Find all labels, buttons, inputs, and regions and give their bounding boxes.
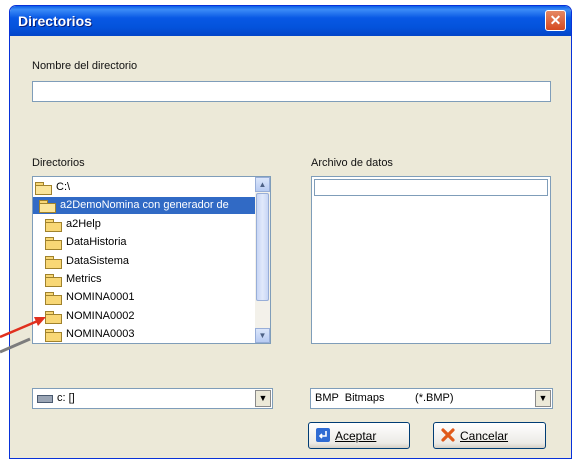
directory-item[interactable]: DataSistema bbox=[33, 253, 255, 270]
folder-icon bbox=[45, 218, 62, 232]
scroll-down-button[interactable]: ▼ bbox=[255, 328, 270, 343]
directory-item[interactable]: NOMINA0001 bbox=[33, 289, 255, 306]
folder-icon bbox=[45, 329, 62, 343]
directory-item-label: C:\ bbox=[56, 181, 71, 193]
aceptar-label: Aceptar bbox=[335, 429, 377, 443]
vertical-scrollbar[interactable]: ▲ ▼ bbox=[255, 177, 270, 343]
directorios-dialog: Directorios ✕ Nombre del directorio Dire… bbox=[9, 5, 572, 459]
drive-select[interactable]: c: [] ▼ bbox=[32, 388, 273, 409]
directory-item[interactable]: a2Help bbox=[33, 216, 255, 233]
scroll-up-button[interactable]: ▲ bbox=[255, 177, 270, 192]
directory-item-label: NOMINA0003 bbox=[66, 328, 135, 341]
open-folder-icon bbox=[35, 182, 52, 195]
nombre-input[interactable] bbox=[32, 81, 551, 102]
directory-item[interactable]: NOMINA0002 bbox=[33, 308, 255, 325]
folder-icon bbox=[45, 292, 62, 306]
folder-icon bbox=[45, 274, 62, 287]
chevron-down-icon[interactable]: ▼ bbox=[535, 390, 551, 407]
folder-icon bbox=[45, 237, 62, 251]
directorios-listbox[interactable]: C:\ a2DemoNomina con generador de a2Help Da… bbox=[32, 176, 271, 344]
directory-item-label: DataHistoria bbox=[66, 236, 127, 249]
directory-item-label: a2DemoNomina con generador de bbox=[60, 199, 229, 212]
directory-item-label: NOMINA0002 bbox=[66, 309, 135, 322]
directory-item[interactable]: DataHistoria bbox=[33, 234, 255, 251]
directorios-label: Directorios bbox=[32, 157, 85, 169]
scroll-thumb[interactable] bbox=[256, 193, 269, 301]
directory-item-label: DataSistema bbox=[66, 254, 129, 267]
title-bar[interactable]: Directorios ✕ bbox=[10, 6, 571, 36]
folder-icon bbox=[45, 310, 62, 324]
directory-item-label: Metrics bbox=[66, 273, 102, 285]
aceptar-button[interactable]: Aceptar bbox=[308, 422, 410, 449]
nombre-label: Nombre del directorio bbox=[32, 60, 138, 72]
folder-icon bbox=[45, 255, 62, 269]
enter-icon bbox=[316, 428, 330, 442]
open-folder-icon bbox=[39, 200, 56, 214]
chevron-down-icon[interactable]: ▼ bbox=[255, 390, 271, 407]
close-button[interactable]: ✕ bbox=[545, 10, 566, 31]
filetype-select-value: BMP Bitmaps (*.BMP) bbox=[315, 392, 454, 404]
directory-item[interactable]: Metrics bbox=[33, 271, 255, 288]
cancelar-label: Cancelar bbox=[460, 429, 509, 443]
directory-item-label: NOMINA0001 bbox=[66, 291, 135, 304]
window-title: Directorios bbox=[18, 13, 92, 29]
directory-item[interactable]: C:\ bbox=[33, 179, 255, 196]
drive-icon bbox=[37, 395, 53, 403]
archivo-input[interactable] bbox=[314, 179, 548, 196]
directory-item[interactable]: a2DemoNomina con generador de bbox=[33, 197, 255, 215]
cancel-x-icon bbox=[441, 428, 455, 442]
filetype-select[interactable]: BMP Bitmaps (*.BMP) ▼ bbox=[310, 388, 553, 409]
archivo-label: Archivo de datos bbox=[311, 157, 393, 169]
drive-select-value: c: [] bbox=[57, 392, 75, 404]
close-icon: ✕ bbox=[549, 12, 562, 28]
archivo-listbox[interactable] bbox=[311, 176, 551, 344]
directory-item-label: a2Help bbox=[66, 217, 101, 230]
directory-item[interactable]: NOMINA0003 bbox=[33, 326, 255, 343]
cancelar-button[interactable]: Cancelar bbox=[433, 422, 546, 449]
